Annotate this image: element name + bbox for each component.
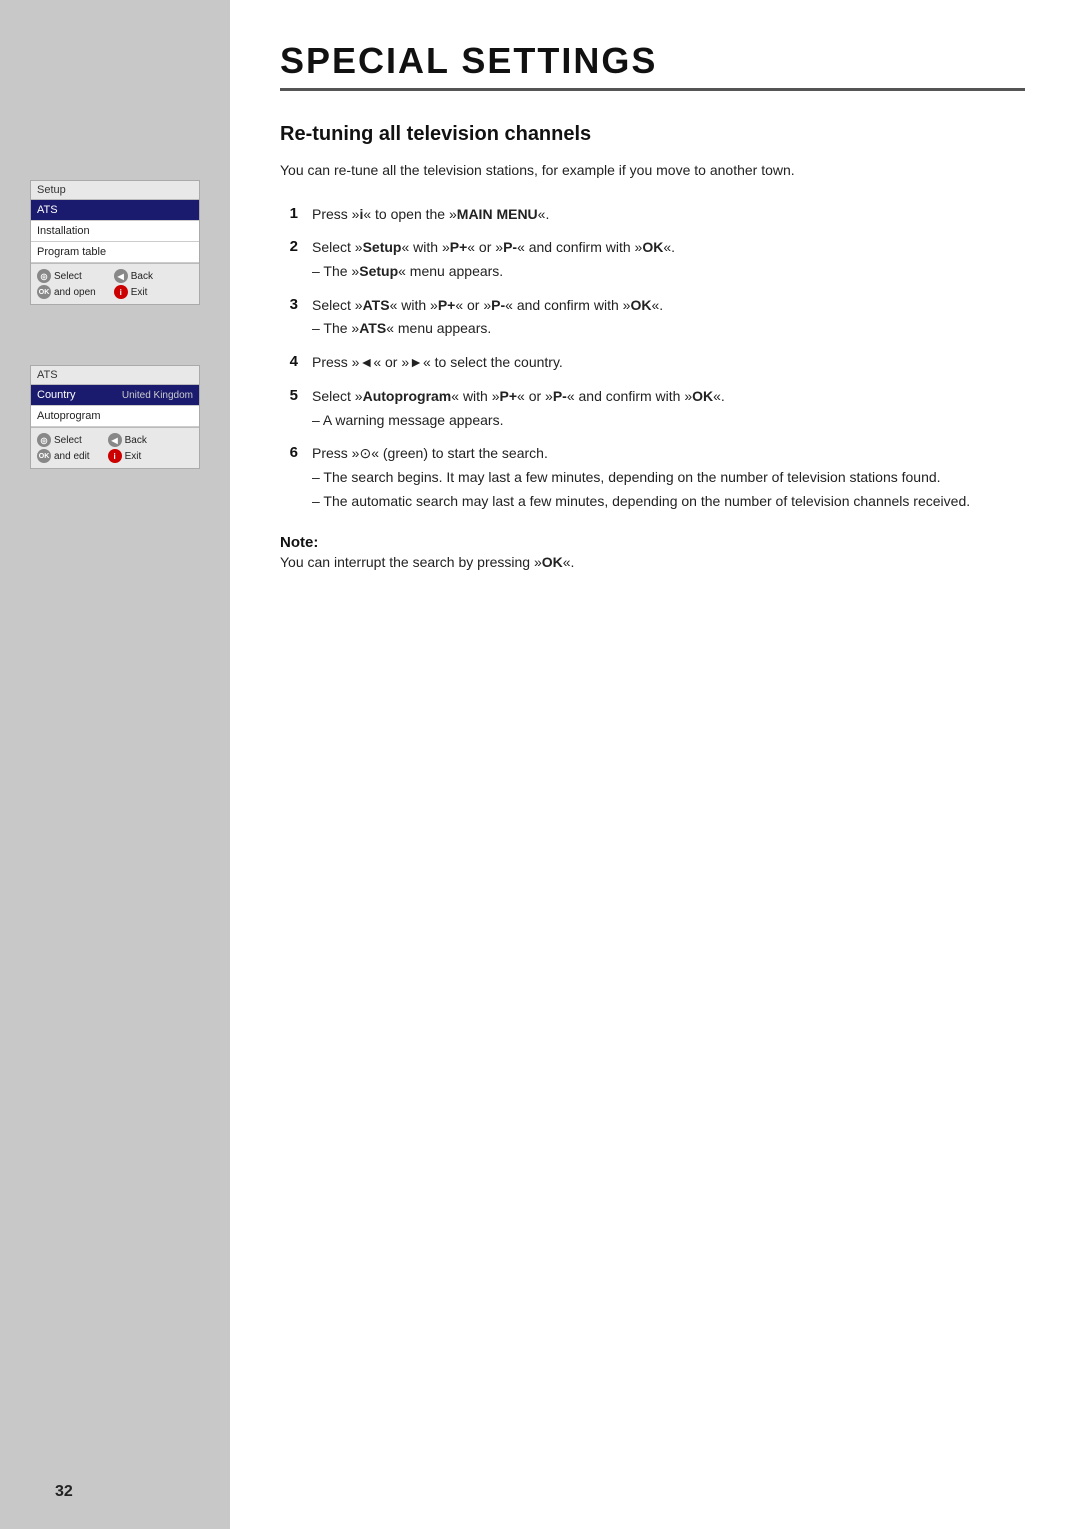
steps-list: 1 Press »i« to open the »MAIN MENU«. 2 S…: [280, 204, 1025, 525]
step-2-content: Select »Setup« with »P+« or »P-« and con…: [312, 237, 1025, 282]
footer-col-right: ◀ Back i Exit: [114, 269, 153, 299]
step-3-content: Select »ATS« with »P+« or »P-« and confi…: [312, 295, 1025, 340]
note-text: You can interrupt the search by pressing…: [280, 552, 1025, 574]
ats-menu-item-autoprogram: Autoprogram: [31, 406, 199, 427]
footer-col-left: ◎ Select OK and open: [37, 269, 96, 299]
ats-footer-exit: i Exit: [108, 449, 147, 463]
ats-menu-header: ATS: [31, 366, 199, 385]
note-block: Note: You can interrupt the search by pr…: [280, 534, 1025, 574]
step-3: 3 Select »ATS« with »P+« or »P-« and con…: [280, 295, 1025, 340]
step-1-content: Press »i« to open the »MAIN MENU«.: [312, 204, 1025, 226]
ats-ok-icon: OK: [37, 449, 51, 463]
ats-menu-item-country: Country United Kingdom: [31, 385, 199, 406]
setup-menu-box: Setup ATS Installation Program table ◎ S…: [30, 180, 200, 305]
ats-menu-footer: ◎ Select OK and edit ◀ Back i Exit: [31, 427, 199, 468]
country-value: United Kingdom: [122, 390, 193, 401]
ats-footer-col-right: ◀ Back i Exit: [108, 433, 147, 463]
step-5-number: 5: [280, 386, 298, 404]
step-1: 1 Press »i« to open the »MAIN MENU«.: [280, 204, 1025, 226]
step-3-number: 3: [280, 295, 298, 313]
setup-menu-header: Setup: [31, 181, 199, 200]
back-icon: ◀: [114, 269, 128, 283]
footer-back: ◀ Back: [114, 269, 153, 283]
ats-footer-select: ◎ Select: [37, 433, 90, 447]
step-5: 5 Select »Autoprogram« with »P+« or »P-«…: [280, 386, 1025, 431]
sidebar: Setup ATS Installation Program table ◎ S…: [0, 0, 230, 1529]
step-2: 2 Select »Setup« with »P+« or »P-« and c…: [280, 237, 1025, 282]
main-content: SPECIAL SETTINGS Re-tuning all televisio…: [230, 0, 1080, 1529]
section-heading: Re-tuning all television channels: [280, 123, 1025, 146]
step-4-content: Press »◄« or »►« to select the country.: [312, 352, 1025, 374]
setup-menu-item-ats: ATS: [31, 200, 199, 221]
ats-footer-col-left: ◎ Select OK and edit: [37, 433, 90, 463]
footer-select: ◎ Select: [37, 269, 96, 283]
exit-icon: i: [114, 285, 128, 299]
step-4: 4 Press »◄« or »►« to select the country…: [280, 352, 1025, 374]
ats-menu-box: ATS Country United Kingdom Autoprogram ◎…: [30, 365, 200, 469]
step-6-number: 6: [280, 443, 298, 461]
page-title: SPECIAL SETTINGS: [280, 40, 1025, 91]
setup-menu-footer: ◎ Select OK and open ◀ Back i Exit: [31, 263, 199, 304]
footer-open: OK and open: [37, 285, 96, 299]
step-1-number: 1: [280, 204, 298, 222]
step-5-content: Select »Autoprogram« with »P+« or »P-« a…: [312, 386, 1025, 431]
note-label: Note:: [280, 534, 318, 551]
intro-text: You can re-tune all the television stati…: [280, 160, 1025, 182]
ats-footer-back: ◀ Back: [108, 433, 147, 447]
setup-menu-item-installation: Installation: [31, 221, 199, 242]
ats-footer-edit: OK and edit: [37, 449, 90, 463]
ok-icon: OK: [37, 285, 51, 299]
ats-back-icon: ◀: [108, 433, 122, 447]
ats-select-icon: ◎: [37, 433, 51, 447]
footer-exit: i Exit: [114, 285, 153, 299]
select-icon: ◎: [37, 269, 51, 283]
step-2-number: 2: [280, 237, 298, 255]
step-6-content: Press »⊙« (green) to start the search. –…: [312, 443, 1025, 512]
step-6: 6 Press »⊙« (green) to start the search.…: [280, 443, 1025, 512]
step-4-number: 4: [280, 352, 298, 370]
setup-menu-item-program-table: Program table: [31, 242, 199, 263]
page-number: 32: [55, 1483, 73, 1501]
ats-exit-icon: i: [108, 449, 122, 463]
